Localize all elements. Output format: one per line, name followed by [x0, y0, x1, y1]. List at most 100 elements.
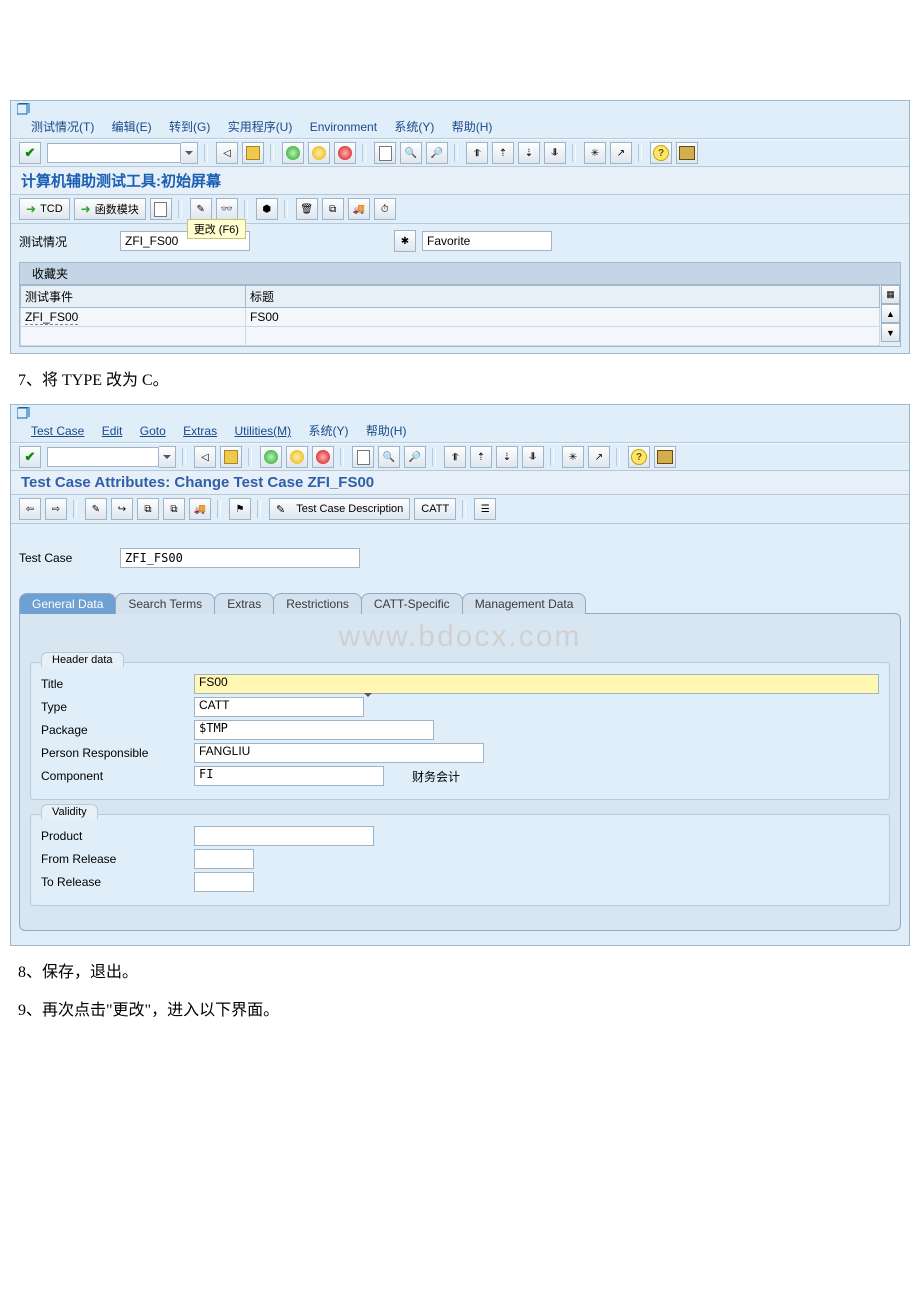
paste-icon[interactable]: ⧉: [163, 498, 185, 520]
save-icon[interactable]: [242, 142, 264, 164]
tab-catt-specific[interactable]: CATT-Specific: [361, 593, 463, 614]
tab-search-terms[interactable]: Search Terms: [115, 593, 215, 614]
transport-icon[interactable]: 🚚: [348, 198, 370, 220]
menu-goto[interactable]: Goto: [140, 424, 166, 438]
menu-test-case[interactable]: Test Case: [31, 424, 84, 438]
copy-icon[interactable]: ⧉: [322, 198, 344, 220]
tcd-button[interactable]: ➜TCD: [19, 198, 70, 220]
product-input[interactable]: [194, 826, 374, 846]
next-page-icon[interactable]: ⇣: [518, 142, 540, 164]
transport-icon[interactable]: 🚚: [189, 498, 211, 520]
menu-edit[interactable]: 编辑(E): [112, 120, 152, 134]
package-input[interactable]: $TMP: [194, 720, 434, 740]
find-next-icon[interactable]: 🔎: [426, 142, 448, 164]
tab-extras[interactable]: Extras: [214, 593, 274, 614]
tab-general-data[interactable]: General Data: [19, 593, 116, 614]
help-icon[interactable]: ?: [650, 142, 672, 164]
find-next-icon[interactable]: 🔎: [404, 446, 426, 468]
back-green-icon[interactable]: [260, 446, 282, 468]
list-icon[interactable]: ☰: [474, 498, 496, 520]
change-icon[interactable]: ✎ 更改 (F6): [190, 198, 212, 220]
prev-page-icon[interactable]: ⇡: [492, 142, 514, 164]
col-title[interactable]: 标题: [246, 286, 880, 308]
prev-icon[interactable]: ⇦: [19, 498, 41, 520]
favorite-toggle-icon[interactable]: ✱: [394, 230, 416, 252]
layout-icon[interactable]: [676, 142, 698, 164]
check-icon[interactable]: ⚑: [229, 498, 251, 520]
execute-icon[interactable]: ⬢: [256, 198, 278, 220]
exit-yellow-icon[interactable]: [308, 142, 330, 164]
new-session-icon[interactable]: ✳: [562, 446, 584, 468]
shortcut-icon[interactable]: ↗: [610, 142, 632, 164]
type-select[interactable]: CATT: [194, 697, 364, 717]
menu-system[interactable]: 系统(Y): [308, 424, 348, 438]
command-field[interactable]: [47, 446, 176, 468]
package-label: Package: [41, 723, 186, 737]
enter-button[interactable]: ✔: [19, 142, 41, 164]
from-release-input[interactable]: [194, 849, 254, 869]
enter-button[interactable]: ✔: [19, 446, 41, 468]
table-row[interactable]: [21, 327, 880, 346]
col-event[interactable]: 测试事件: [21, 286, 246, 308]
func-button[interactable]: ➜函数模块: [74, 198, 146, 220]
exit-yellow-icon[interactable]: [286, 446, 308, 468]
tab-restrictions[interactable]: Restrictions: [273, 593, 362, 614]
table-row[interactable]: ZFI_FS00 FS00: [21, 308, 880, 327]
first-page-icon[interactable]: ⥣: [444, 446, 466, 468]
copy-icon[interactable]: ⧉: [137, 498, 159, 520]
application-toolbar: ⇦ ⇨ ✎ ↪ ⧉ ⧉ 🚚 ⚑ ✎ Test Case Description …: [11, 495, 909, 524]
config-columns-icon[interactable]: ▦: [881, 285, 900, 304]
type-dropdown-icon[interactable]: [364, 697, 372, 717]
nav-back-icon[interactable]: ◁: [216, 142, 238, 164]
catt-button[interactable]: CATT: [414, 498, 456, 520]
menu-test-case[interactable]: 测试情况(T): [31, 120, 94, 134]
menu-bar: Test Case Edit Goto Extras Utilities(M) …: [11, 405, 909, 443]
shortcut-icon[interactable]: ↗: [588, 446, 610, 468]
favorites-panel: 收藏夹 测试事件 标题 ZFI_FS00 FS00: [19, 262, 901, 347]
find-icon[interactable]: 🔍: [400, 142, 422, 164]
save-icon[interactable]: [220, 446, 242, 468]
toggle-icon[interactable]: ✎: [85, 498, 107, 520]
tab-management-data[interactable]: Management Data: [462, 593, 587, 614]
menu-utilities[interactable]: Utilities(M): [234, 424, 291, 438]
menu-extras[interactable]: Extras: [183, 424, 217, 438]
person-responsible-input[interactable]: FANGLIU: [194, 743, 484, 763]
next-icon[interactable]: ⇨: [45, 498, 67, 520]
print-icon[interactable]: [374, 142, 396, 164]
run-icon[interactable]: ⏱: [374, 198, 396, 220]
back-green-icon[interactable]: [282, 142, 304, 164]
favorite-field[interactable]: Favorite: [422, 231, 552, 251]
other-object-icon[interactable]: ↪: [111, 498, 133, 520]
display-icon[interactable]: 👓: [216, 198, 238, 220]
nav-back-icon[interactable]: ◁: [194, 446, 216, 468]
menu-environment[interactable]: Environment: [310, 120, 377, 134]
to-release-input[interactable]: [194, 872, 254, 892]
cancel-red-icon[interactable]: [334, 142, 356, 164]
title-input[interactable]: FS00: [194, 674, 879, 694]
first-page-icon[interactable]: ⥣: [466, 142, 488, 164]
print-icon[interactable]: [352, 446, 374, 468]
new-session-icon[interactable]: ✳: [584, 142, 606, 164]
create-icon[interactable]: [150, 198, 172, 220]
menu-help[interactable]: 帮助(H): [366, 424, 407, 438]
menu-utilities[interactable]: 实用程序(U): [228, 120, 293, 134]
last-page-icon[interactable]: ⥥: [544, 142, 566, 164]
next-page-icon[interactable]: ⇣: [496, 446, 518, 468]
menu-edit[interactable]: Edit: [102, 424, 123, 438]
help-icon[interactable]: ?: [628, 446, 650, 468]
component-input[interactable]: FI: [194, 766, 384, 786]
prev-page-icon[interactable]: ⇡: [470, 446, 492, 468]
cancel-red-icon[interactable]: [312, 446, 334, 468]
menu-help[interactable]: 帮助(H): [452, 120, 493, 134]
delete-icon[interactable]: 🗑: [296, 198, 318, 220]
layout-icon[interactable]: [654, 446, 676, 468]
find-icon[interactable]: 🔍: [378, 446, 400, 468]
testcase-input[interactable]: ZFI_FS00: [120, 548, 360, 568]
scroll-up-icon[interactable]: ▲: [881, 304, 900, 323]
test-case-description-button[interactable]: ✎ Test Case Description: [269, 498, 410, 520]
last-page-icon[interactable]: ⥥: [522, 446, 544, 468]
menu-goto[interactable]: 转到(G): [169, 120, 210, 134]
menu-system[interactable]: 系统(Y): [394, 120, 434, 134]
command-field[interactable]: [47, 142, 198, 164]
scroll-down-icon[interactable]: ▼: [881, 323, 900, 342]
